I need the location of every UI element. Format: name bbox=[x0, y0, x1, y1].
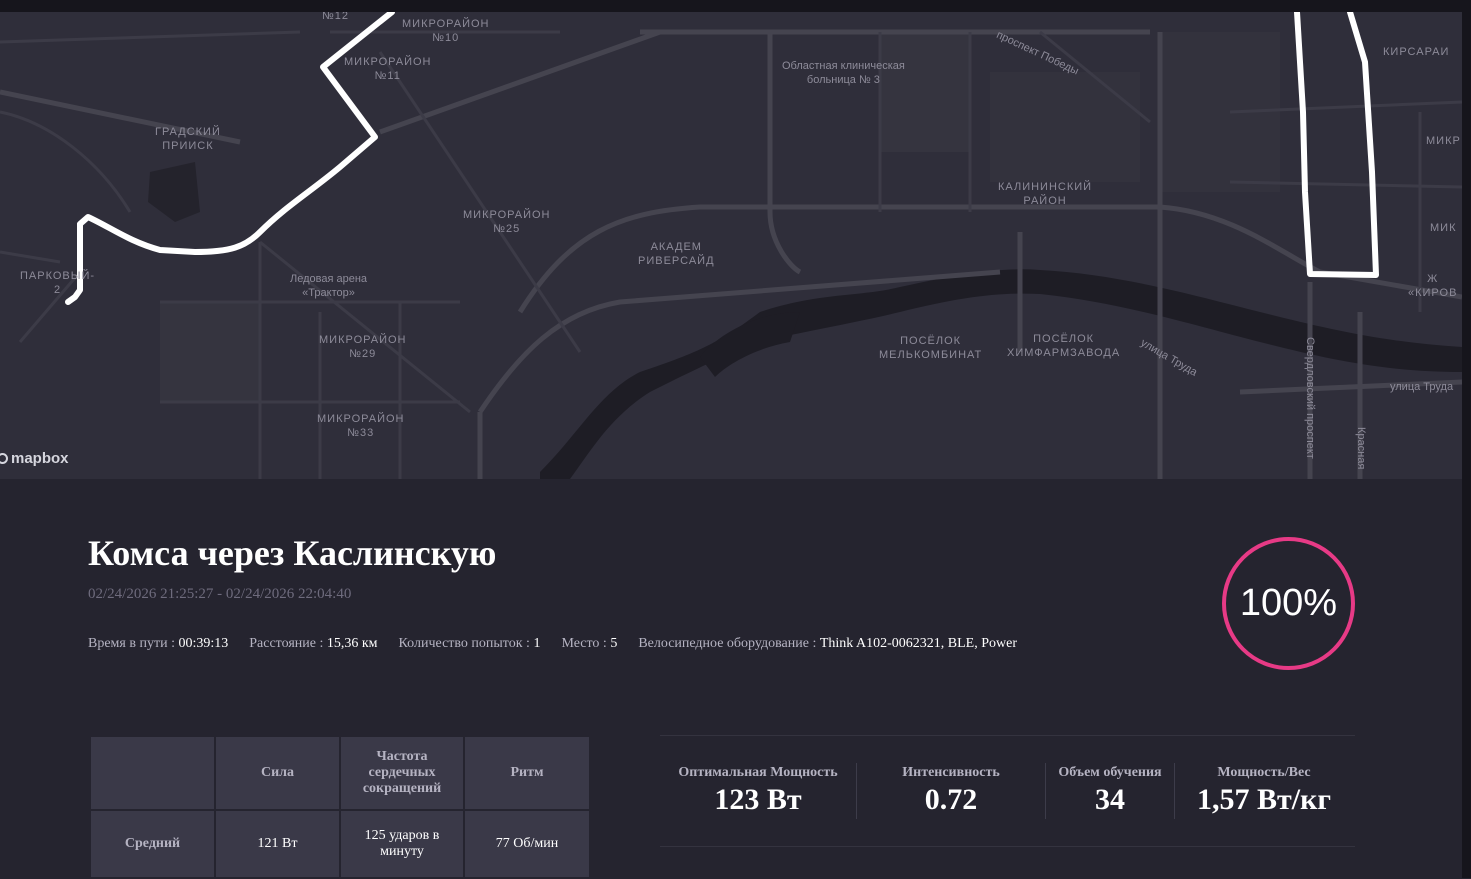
table-header: Частота сердечных сокращений bbox=[339, 735, 465, 811]
meta-equipment: Велосипедное оборудование : Think A102-0… bbox=[638, 636, 1017, 651]
table-header: Ритм bbox=[463, 735, 591, 811]
map-label: МИКРОРАЙОН №11 bbox=[344, 56, 432, 82]
map-label: КАЛИНИНСКИЙ РАЙОН bbox=[998, 181, 1093, 207]
map-label: ПОСЁЛОК ХИМФАРМЗАВОДА bbox=[1007, 333, 1121, 359]
table-header-row: Сила Частота сердечных сокращений Ритм bbox=[89, 735, 591, 811]
map-label: Областная клиническая больница № 3 bbox=[782, 60, 905, 86]
completion-circle: 100% bbox=[1222, 537, 1355, 670]
scrollbar-track[interactable] bbox=[1462, 0, 1471, 878]
map-label: МИКРОРАЙОН №29 bbox=[319, 334, 407, 360]
table-cell: 125 ударов в минуту bbox=[339, 809, 465, 879]
mapbox-attribution[interactable]: mapbox bbox=[0, 450, 69, 467]
table-row: Средний 121 Вт 125 ударов в минуту 77 Об… bbox=[89, 809, 591, 879]
map-label: КИРСАРАИ bbox=[1383, 46, 1450, 58]
activity-title: Комса через Каслинскую bbox=[88, 533, 497, 573]
map-label: МИК bbox=[1430, 222, 1457, 234]
meta-place: Место : 5 bbox=[561, 636, 618, 651]
map-label: ПАРКОВЫЙ- 2 bbox=[20, 270, 96, 296]
map-label: Свердловский проспект bbox=[1304, 337, 1316, 459]
map-canvas bbox=[0, 12, 1462, 479]
table-row-label: Средний bbox=[89, 809, 216, 879]
mapbox-logo-icon bbox=[0, 453, 8, 464]
table-header bbox=[89, 735, 216, 811]
window-top-bar bbox=[0, 0, 1471, 12]
map-label: Ледовая арена «Трактор» bbox=[290, 273, 368, 299]
table-cell: 121 Вт bbox=[214, 809, 341, 879]
map-label: ГРАДСКИЙ ПРИИСК bbox=[155, 126, 221, 152]
map-label: АКАДЕМ РИВЕРСАЙД bbox=[638, 241, 715, 267]
table-header: Сила bbox=[214, 735, 341, 811]
metric-training-volume: Объем обучения 34 bbox=[1058, 765, 1162, 816]
metric-intensity: Интенсивность 0.72 bbox=[902, 765, 1000, 816]
stats-table: Сила Частота сердечных сокращений Ритм С… bbox=[89, 735, 591, 879]
meta-duration: Время в пути : 00:39:13 bbox=[88, 636, 229, 651]
route-map[interactable]: №12 МИКРОРАЙОН №10 МИКРОРАЙОН №11 проспе… bbox=[0, 12, 1462, 479]
map-label: МИКРОРАЙОН №33 bbox=[317, 413, 405, 439]
map-label: Красная bbox=[1355, 427, 1367, 470]
map-label: ПОСЁЛОК МЕЛЬКОМБИНАТ bbox=[879, 335, 983, 361]
metric-power-to-weight: Мощность/Вес 1,57 Вт/кг bbox=[1197, 765, 1331, 816]
map-label: МИКРОРАЙОН №25 bbox=[463, 209, 551, 235]
map-label: Ж «КИРОВ bbox=[1408, 273, 1458, 299]
map-label: №12 bbox=[322, 12, 350, 22]
meta-distance: Расстояние : 15,36 км bbox=[249, 636, 378, 651]
meta-attempts: Количество попыток : 1 bbox=[398, 636, 541, 651]
map-label: улица Труда bbox=[1390, 381, 1454, 393]
table-cell: 77 Об/мин bbox=[463, 809, 591, 879]
activity-meta: Время в пути : 00:39:13 Расстояние : 15,… bbox=[88, 636, 1017, 652]
metrics-panel: Оптимальная Мощность 123 Вт Интенсивност… bbox=[660, 735, 1355, 847]
map-label: МИКР bbox=[1426, 135, 1461, 147]
activity-dates: 02/24/2026 21:25:27 - 02/24/2026 22:04:4… bbox=[88, 586, 352, 602]
map-label: МИКРОРАЙОН №10 bbox=[402, 18, 490, 44]
metric-optimal-power: Оптимальная Мощность 123 Вт bbox=[678, 765, 838, 816]
